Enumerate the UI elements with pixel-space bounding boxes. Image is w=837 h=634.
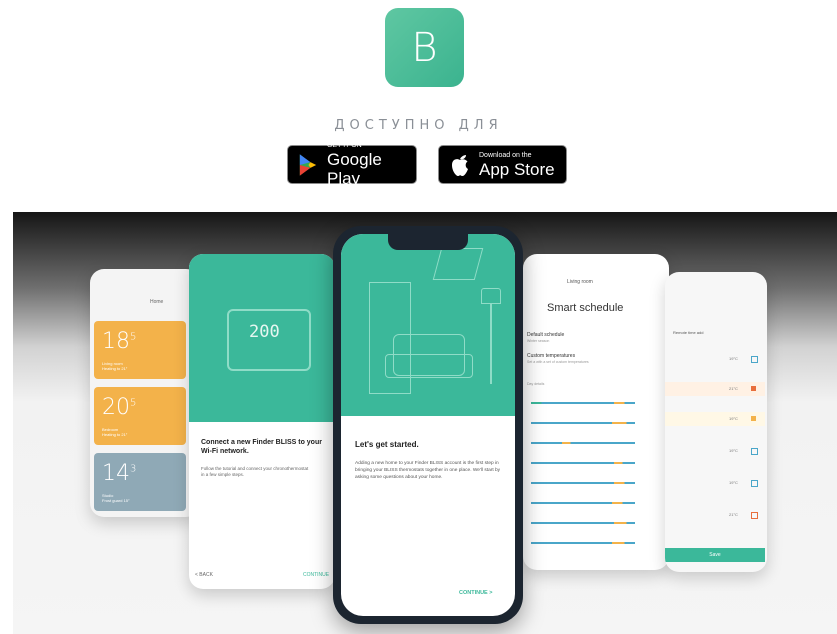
list-item[interactable]: 19°C: [665, 352, 765, 366]
room-card: 205 Bedroom Heating to 21°: [94, 387, 186, 445]
app-store-label: App Store: [479, 159, 555, 179]
main-body: Adding a new home to your Finder BLISS a…: [355, 461, 501, 480]
phone-main: Let's get started. Adding a new home to …: [333, 226, 523, 624]
available-on-label: ДОСТУПНО ДЛЯ: [334, 118, 503, 133]
app-store-badge[interactable]: Download on the App Store: [438, 145, 567, 184]
phone-home-screen: Home 185 Living room Heating to 21° 205 B…: [90, 269, 200, 517]
back-button[interactable]: < BACK: [195, 572, 213, 578]
connect-heading: Connect a new Finder BLISS to your Wi-Fi…: [201, 439, 322, 455]
google-play-label: Google Play: [326, 150, 382, 188]
list-title: Remote time add: [673, 330, 704, 335]
thermostat-display: 200: [249, 322, 280, 342]
schedule-item-sub: Set a with a set of custom temperatures: [527, 360, 589, 364]
room-illustration: [341, 234, 515, 416]
list-item[interactable]: 19°C: [665, 444, 765, 458]
connect-body: Follow the tutorial and connect your chr…: [201, 466, 309, 477]
app-logo: B: [385, 8, 464, 87]
schedule-item[interactable]: Custom temperatures: [527, 353, 575, 359]
continue-button[interactable]: CONTINUE: [303, 572, 329, 578]
phone-connect-screen: 200 Connect a new Finder BLISS to your W…: [189, 254, 335, 589]
app-store-small-label: Download on the: [479, 151, 532, 159]
schedule-item-sub: Winter season: [527, 339, 550, 343]
list-item[interactable]: 21°C: [665, 382, 765, 396]
phone-schedule-screen: Living room Smart schedule Default sched…: [523, 254, 669, 570]
logo-letter: B: [411, 24, 438, 71]
phone-main-screen: Let's get started. Adding a new home to …: [341, 234, 515, 616]
schedule-title: Smart schedule: [547, 302, 624, 314]
google-play-badge[interactable]: GET IT ON Google Play: [287, 142, 417, 188]
list-item[interactable]: 19°C: [665, 412, 765, 426]
schedule-section: Day details: [527, 382, 545, 386]
schedule-item[interactable]: Default schedule: [527, 332, 564, 338]
room-card: 185 Living room Heating to 21°: [94, 321, 186, 379]
phone-notch: [388, 234, 468, 250]
phone-home-title: Home: [150, 299, 164, 305]
save-button[interactable]: Save: [665, 548, 765, 562]
google-play-icon: [299, 153, 317, 176]
list-item[interactable]: 21°C: [665, 508, 765, 522]
list-item[interactable]: 19°C: [665, 476, 765, 490]
phones-showcase: Home 185 Living room Heating to 21° 205 B…: [13, 212, 837, 634]
continue-button[interactable]: CONTINUE >: [459, 590, 492, 596]
room-card: 143 Studio Frost guard 15°: [94, 453, 186, 511]
schedule-room: Living room: [567, 279, 593, 285]
apple-icon: [452, 154, 468, 176]
google-play-small-label: GET IT ON: [326, 142, 362, 149]
main-heading: Let's get started.: [355, 440, 419, 449]
phone-list-screen: Remote time add 19°C 21°C 19°C 19°C 19°C…: [665, 272, 767, 572]
